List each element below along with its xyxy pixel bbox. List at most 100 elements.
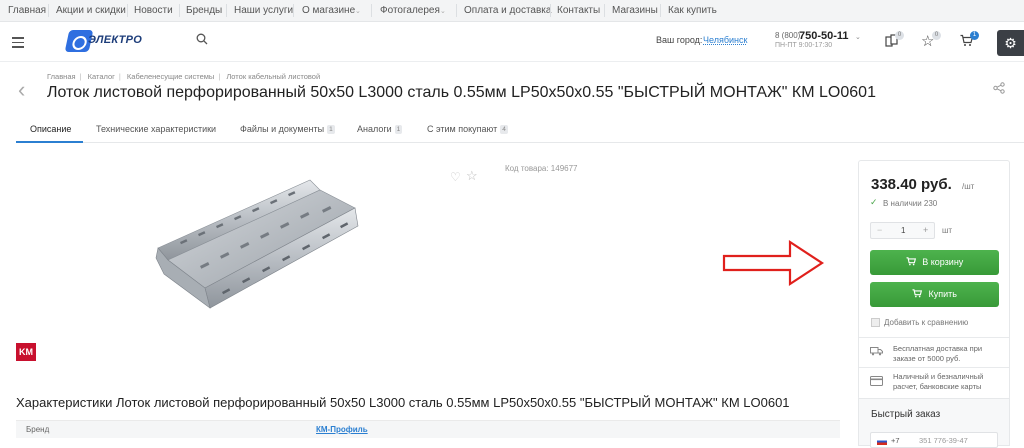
tab-count: 1	[327, 125, 335, 134]
breadcrumb-catalog[interactable]: Каталог	[88, 72, 115, 81]
tab-label: Файлы и документы	[240, 124, 325, 134]
phone-prefix: 8 (800)	[775, 31, 801, 40]
divider	[859, 367, 1009, 368]
check-icon: ✓	[870, 197, 878, 207]
chevron-down-icon: ⌄	[440, 8, 446, 15]
topnav-promotions[interactable]: Акции и скидки	[56, 5, 126, 16]
chevron-down-icon: ⌄	[355, 8, 361, 15]
tab-description[interactable]: Описание	[30, 124, 71, 134]
brand-link[interactable]: КМ-Профиль	[316, 425, 368, 434]
divider: |	[118, 72, 121, 81]
breadcrumb-home[interactable]: Главная	[47, 72, 76, 81]
site-header	[0, 22, 1024, 62]
cart-icon	[906, 257, 919, 267]
topnav-home[interactable]: Главная	[8, 5, 46, 16]
country-code[interactable]: +7	[891, 436, 900, 445]
phone-input[interactable]: 351 776-39-47	[919, 436, 968, 445]
tab-specifications[interactable]: Технические характеристики	[96, 124, 216, 134]
top-navigation: Главная Акции и скидки Новости Бренды На…	[0, 0, 1024, 22]
cart-icon	[912, 289, 925, 299]
cart-count-badge: 1	[970, 31, 979, 40]
product-code: Код товара: 149677	[505, 164, 578, 173]
breadcrumb: Главная | Каталог | Кабеленесущие системы |…	[47, 72, 324, 81]
topnav-news[interactable]: Новости	[134, 5, 173, 16]
quantity-stepper: − 1 +	[870, 222, 935, 239]
divider	[371, 4, 372, 17]
tab-label: С этим покупают	[427, 124, 498, 134]
divider	[226, 4, 227, 17]
divider	[456, 4, 457, 17]
divider	[859, 337, 1009, 338]
topnav-payment-delivery[interactable]: Оплата и доставка	[464, 5, 551, 16]
brand-logo-text: KM	[19, 347, 33, 357]
tab-count: 1	[394, 125, 403, 134]
tab-analogs[interactable]: Аналоги 1	[357, 124, 403, 134]
quick-order-title: Быстрый заказ	[871, 409, 941, 420]
tab-bought-together[interactable]: С этим покупают 4	[427, 124, 508, 134]
divider	[48, 4, 49, 17]
buy-button[interactable]: Купить	[870, 282, 999, 307]
topnav-brands[interactable]: Бренды	[186, 5, 222, 16]
breadcrumb-sheet-tray[interactable]: Лоток кабельный листовой	[226, 72, 320, 81]
divider	[660, 4, 661, 17]
topnav-gallery[interactable]: Фотогалерея	[380, 5, 440, 16]
tab-files[interactable]: Файлы и документы 1	[240, 124, 335, 134]
breadcrumb-cable-systems[interactable]: Кабеленесущие системы	[127, 72, 214, 81]
payment-info: Наличный и безналичный расчет, банковски…	[893, 372, 984, 391]
truck-icon	[870, 346, 883, 359]
price-unit: /шт	[962, 182, 975, 191]
topnav-about[interactable]: О магазине	[302, 5, 355, 16]
quantity-input[interactable]: 1	[901, 226, 905, 235]
add-to-cart-label: В корзину	[922, 257, 964, 267]
divider	[179, 4, 180, 17]
tab-count: 4	[500, 125, 508, 134]
product-image[interactable]	[150, 178, 360, 318]
back-arrow-icon[interactable]: ‹	[18, 77, 25, 103]
delivery-info: Бесплатная доставка при заказе от 5000 р…	[893, 344, 983, 363]
city-select-link[interactable]: Челябинск	[703, 35, 747, 45]
increase-button[interactable]: +	[923, 225, 928, 235]
tab-label: Аналоги	[357, 124, 392, 134]
brand-logo[interactable]: KM	[16, 343, 36, 361]
chevron-down-icon[interactable]: ⌄	[855, 33, 861, 41]
arrow-icon	[722, 239, 825, 287]
working-hours: ПН-ПТ 9:00-17:30	[775, 42, 833, 49]
gear-icon[interactable]: ⚙	[997, 30, 1024, 56]
topnav-services[interactable]: Наши услуги	[234, 5, 293, 16]
city-label: Ваш город:	[656, 35, 703, 45]
share-icon[interactable]	[993, 82, 1005, 97]
price: 338.40 руб.	[871, 176, 952, 193]
add-to-compare-link[interactable]: Добавить к сравнению	[884, 318, 968, 327]
logo-text[interactable]: ЭЛЕКТРО	[88, 34, 142, 46]
stock-status: В наличии 230	[883, 199, 938, 208]
active-tab-indicator	[16, 141, 83, 143]
tab-label: Описание	[30, 124, 72, 134]
buy-label: Купить	[928, 289, 957, 299]
divider: |	[79, 72, 82, 81]
topnav-how-to-buy[interactable]: Как купить	[668, 5, 717, 16]
menu-icon[interactable]	[12, 37, 24, 51]
topnav-stores[interactable]: Магазины	[612, 5, 658, 16]
card-icon	[870, 376, 883, 389]
page-title: Лоток листовой перфорированный 50x50 L30…	[47, 84, 876, 101]
decrease-button[interactable]: −	[877, 225, 882, 235]
phone-number[interactable]: 750-50-11	[799, 30, 849, 42]
divider	[293, 4, 294, 17]
compare-count-badge: 0	[895, 31, 904, 40]
characteristics-title: Характеристики Лоток листовой перфориров…	[16, 395, 790, 410]
product-tabs: Описание Технические характеристики Файл…	[16, 119, 1024, 143]
add-to-cart-button[interactable]: В корзину	[870, 250, 999, 275]
buy-panel	[858, 160, 1010, 400]
divider	[604, 4, 605, 17]
topnav-contacts[interactable]: Контакты	[557, 5, 600, 16]
spec-key: Бренд	[26, 425, 50, 434]
divider	[550, 4, 551, 17]
heart-icon[interactable]: ♡	[450, 170, 461, 184]
search-icon[interactable]	[196, 33, 208, 48]
compare-checkbox[interactable]	[871, 318, 880, 327]
star-icon[interactable]: ☆	[466, 168, 478, 184]
table-row: Бренд КМ-Профиль	[16, 420, 840, 438]
flag-icon	[877, 438, 887, 445]
quantity-unit: шт	[942, 226, 953, 235]
divider: |	[218, 72, 221, 81]
